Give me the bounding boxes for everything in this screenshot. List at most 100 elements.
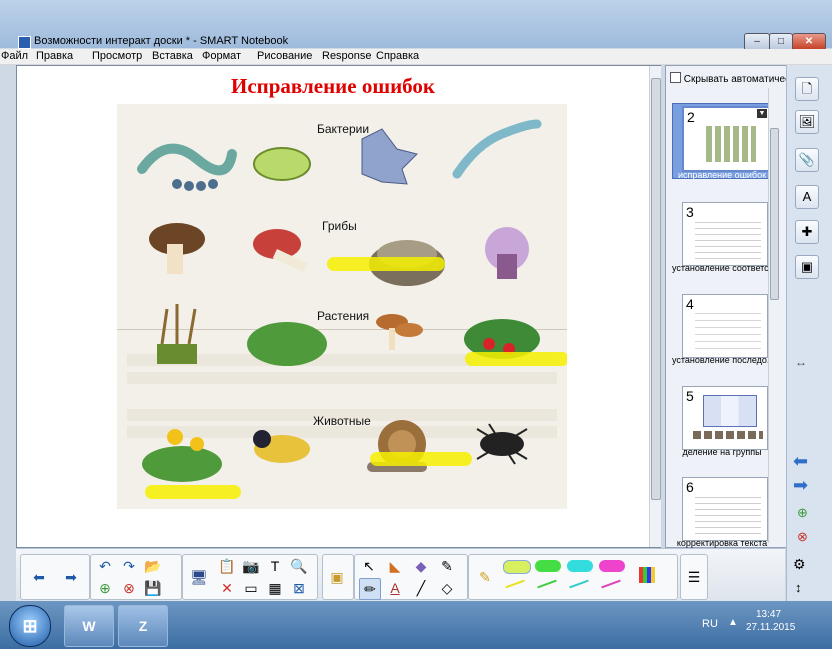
- redo-icon[interactable]: ↷: [119, 556, 139, 576]
- toolbar-settings-icon[interactable]: ⚙: [793, 556, 806, 573]
- worksheet-image[interactable]: Бактерии Грибы Растения Животные: [117, 104, 567, 509]
- arrow-right-blue-icon[interactable]: ➡: [793, 475, 808, 496]
- pen-color-magenta[interactable]: [599, 560, 625, 572]
- magic-pen-icon[interactable]: ✎: [437, 556, 457, 576]
- highlight-mark[interactable]: [370, 452, 472, 466]
- slide-caption: исправление ошибок: [677, 170, 767, 180]
- pen-color-cyan[interactable]: [567, 560, 593, 572]
- edit-group: ↶ ↷ 📂 ⊕ ⊗ 💾: [90, 554, 182, 600]
- gallery-tab-icon[interactable]: 🖼: [795, 110, 819, 134]
- response-icon[interactable]: ▣: [327, 567, 347, 587]
- add-page-icon[interactable]: ⊕: [797, 505, 808, 521]
- page-canvas[interactable]: Исправление ошибок Бактерии Грибы Растен…: [16, 65, 661, 548]
- paste-icon[interactable]: 📋: [217, 556, 237, 576]
- menu-view[interactable]: Просмотр: [92, 50, 142, 62]
- screen-shade-icon[interactable]: ▭: [241, 578, 261, 598]
- slide-number: 5: [686, 388, 694, 404]
- tray-expand-icon[interactable]: ▲: [728, 617, 738, 628]
- slide-thumbnail-6[interactable]: 6: [682, 477, 768, 541]
- menu-insert[interactable]: Вставка: [152, 50, 193, 62]
- start-button[interactable]: ⊞: [9, 605, 51, 647]
- canvas-scrollbar-thumb[interactable]: [651, 78, 661, 500]
- clock-date[interactable]: 27.11.2015: [746, 622, 795, 633]
- display-group: 🖥 📋 📷 T 🔍 ✕ ▭ ▦ ⊠: [182, 554, 318, 600]
- eraser-icon[interactable]: ◆: [411, 556, 431, 576]
- slide-caption: установление соответс...: [672, 263, 772, 273]
- line-style-cyan[interactable]: [569, 579, 589, 589]
- resize-handle-icon[interactable]: ↔: [795, 355, 807, 369]
- toolbar-move-icon[interactable]: ↕: [795, 580, 802, 595]
- screen-icon[interactable]: 🖥: [189, 567, 209, 587]
- arrow-right-icon[interactable]: ➡: [61, 567, 81, 587]
- fungi-row: [149, 223, 529, 286]
- delete-page-icon[interactable]: ⊗: [797, 529, 808, 545]
- highlighter-icon[interactable]: ✎: [475, 567, 495, 587]
- line-style-magenta[interactable]: [601, 579, 621, 589]
- arrow-left-icon[interactable]: ⬅: [29, 567, 49, 587]
- slide-thumbnail-2[interactable]: 2 ▼: [682, 106, 770, 172]
- highlight-mark[interactable]: [465, 352, 567, 366]
- menu-draw[interactable]: Рисование: [257, 50, 312, 62]
- slide-number: 3: [686, 204, 694, 220]
- text-icon[interactable]: A: [385, 578, 405, 598]
- panel-scrollbar[interactable]: [768, 88, 779, 543]
- menu-response[interactable]: Response: [322, 50, 372, 62]
- line-style-green[interactable]: [537, 579, 557, 589]
- menu-file[interactable]: Файл: [1, 50, 28, 62]
- page-title: Исправление ошибок: [230, 74, 436, 98]
- language-indicator[interactable]: RU: [702, 618, 718, 630]
- delete-icon[interactable]: ✕: [217, 578, 237, 598]
- table-icon[interactable]: ▦: [265, 578, 285, 598]
- color-palette-icon[interactable]: [639, 567, 655, 583]
- pen-color-yellow[interactable]: [503, 560, 531, 574]
- clock-time[interactable]: 13:47: [756, 609, 781, 620]
- slide-menu-icon[interactable]: ▼: [757, 109, 767, 118]
- line-properties-icon[interactable]: ☰: [684, 567, 704, 587]
- slide-thumbnail-3[interactable]: 3: [682, 202, 768, 266]
- smart-notebook-task-icon[interactable]: Z: [118, 605, 168, 647]
- close-box-icon[interactable]: ⊠: [289, 578, 309, 598]
- highlight-mark[interactable]: [145, 485, 241, 499]
- menu-edit[interactable]: Правка: [36, 50, 73, 62]
- page-sorter-tab-icon[interactable]: 🗋: [795, 77, 819, 101]
- text-tool-icon[interactable]: T: [265, 556, 285, 576]
- canvas-scrollbar[interactable]: [649, 66, 661, 547]
- slide-number: 4: [686, 296, 694, 312]
- autohide-checkbox-row[interactable]: Скрывать автоматическ: [670, 72, 794, 85]
- slide-caption: корректировка текста: [676, 538, 768, 548]
- shape-icon[interactable]: ◇: [437, 578, 457, 598]
- select-icon[interactable]: ↖: [359, 556, 379, 576]
- screen-capture-icon[interactable]: 📷: [241, 556, 261, 576]
- windows-taskbar: ⊞ W Z RU ▲ 13:47 27.11.2015: [0, 601, 832, 649]
- line-icon[interactable]: ╱: [411, 578, 431, 598]
- slide-caption: деление на группы: [682, 447, 762, 457]
- arrow-left-blue-icon[interactable]: ⬅: [793, 451, 808, 472]
- menu-format[interactable]: Формат: [202, 50, 241, 62]
- window-title: Возможности интеракт доски * - SMART Not…: [34, 35, 289, 47]
- panel-scrollbar-thumb[interactable]: [770, 128, 779, 300]
- word-task-label: W: [82, 618, 96, 634]
- slide-caption: установление последо...: [672, 355, 772, 365]
- menu-help[interactable]: Справка: [376, 50, 419, 62]
- add-ons-tab-icon[interactable]: ✚: [795, 220, 819, 244]
- highlight-mark[interactable]: [327, 257, 445, 271]
- fill-icon[interactable]: ◣: [385, 556, 405, 576]
- response-group: ▣: [322, 554, 354, 600]
- text-recognition-icon[interactable]: 🔍: [289, 556, 309, 576]
- undo-icon[interactable]: ↶: [95, 556, 115, 576]
- slide-thumbnail-4[interactable]: 4: [682, 294, 768, 358]
- bacteria-row: [137, 119, 542, 191]
- autohide-checkbox[interactable]: [670, 72, 681, 83]
- attachments-tab-icon[interactable]: 📎: [795, 148, 819, 172]
- pen-color-green[interactable]: [535, 560, 561, 572]
- slide-thumbnail-5[interactable]: 5: [682, 386, 768, 450]
- properties-tab-icon[interactable]: A: [795, 185, 819, 209]
- open-file-icon[interactable]: 📂: [143, 556, 163, 576]
- add-page-icon[interactable]: ⊕: [95, 578, 115, 598]
- delete-page-icon[interactable]: ⊗: [119, 578, 139, 598]
- creative-pen-icon[interactable]: ✏: [359, 578, 381, 600]
- word-task-icon[interactable]: W: [64, 605, 114, 647]
- line-style-yellow[interactable]: [505, 579, 525, 589]
- response-tab-icon[interactable]: ▣: [795, 255, 819, 279]
- save-icon[interactable]: 💾: [143, 578, 163, 598]
